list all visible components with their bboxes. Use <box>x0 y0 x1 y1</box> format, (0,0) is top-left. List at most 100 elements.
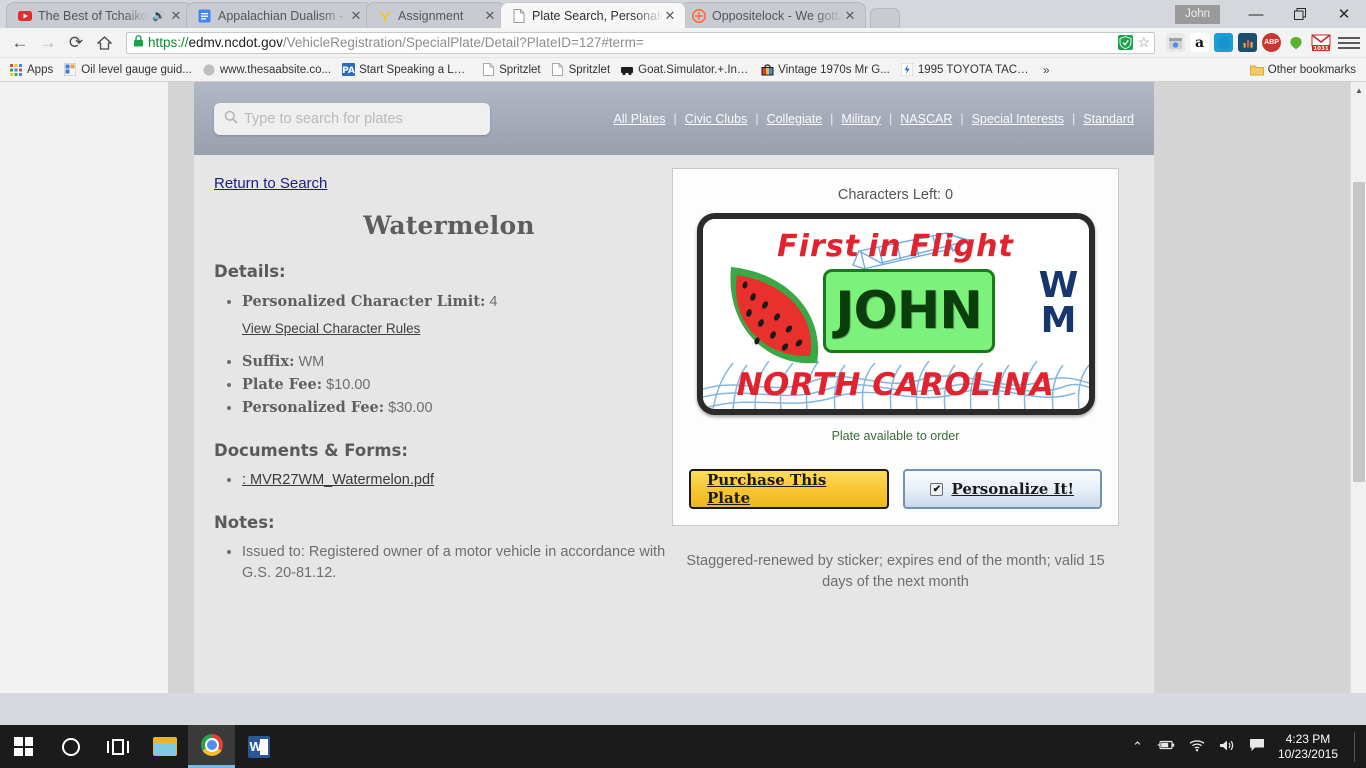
page-icon <box>511 8 526 23</box>
battery-icon[interactable] <box>1150 739 1182 754</box>
new-tab-button[interactable] <box>870 8 900 28</box>
home-button[interactable] <box>90 29 118 57</box>
search-input[interactable] <box>244 110 480 127</box>
nav-link-civic-clubs[interactable]: Civic Clubs <box>685 112 748 126</box>
bookmark-start-speaking[interactable]: PA Start Speaking a Lan... <box>336 60 476 80</box>
show-desktop-button[interactable] <box>1354 731 1360 762</box>
personalize-it-button[interactable]: ✔ Personalize It! <box>902 469 1102 509</box>
wifi-icon[interactable] <box>1182 739 1212 755</box>
tab-close-icon[interactable]: ✕ <box>169 9 183 22</box>
stats-icon[interactable] <box>1238 33 1257 52</box>
word-button[interactable]: W <box>235 725 282 768</box>
bookmark-apps[interactable]: Apps <box>4 60 58 80</box>
browser-tab-3[interactable]: Assignment ✕ <box>366 2 506 28</box>
youtube-icon <box>17 8 32 23</box>
tab-audio-icon[interactable]: 🔊 <box>152 9 166 22</box>
other-bookmarks-button[interactable]: Other bookmarks <box>1245 60 1362 80</box>
page-scrollbar[interactable]: ▲ <box>1350 82 1366 693</box>
bookmark-star-icon[interactable]: ☆ <box>1137 34 1150 51</box>
nav-link-nascar[interactable]: NASCAR <box>900 112 952 126</box>
forward-button[interactable]: → <box>34 29 62 57</box>
nav-separator: | <box>673 111 677 126</box>
detail-item-character-limit: Personalized Character Limit: 4 View Spe… <box>242 291 684 339</box>
evernote-icon[interactable] <box>1286 33 1305 52</box>
close-button[interactable]: ✕ <box>1322 0 1366 28</box>
profile-name-chip[interactable]: John <box>1175 4 1220 24</box>
bookmark-oil-level-gauge[interactable]: Oil level gauge guid... <box>58 60 197 80</box>
search-icon <box>224 110 238 127</box>
taskbar-clock[interactable]: 4:23 PM 10/23/2015 <box>1272 732 1348 762</box>
bookmark-1995-toyota-tacoma[interactable]: 1995 TOYOTA TACO... <box>895 60 1035 80</box>
windows-taskbar: W ⌃ 4:23 PM 10/23/2015 <box>0 725 1366 768</box>
scrollbar-thumb[interactable] <box>1353 182 1365 482</box>
tab-close-icon[interactable]: ✕ <box>843 9 857 22</box>
task-view-button[interactable] <box>94 725 141 768</box>
page-body: All Plates | Civic Clubs | Collegiate | … <box>168 82 1350 693</box>
bookmark-thesaabsite[interactable]: www.thesaabsite.co... <box>197 60 336 80</box>
plate-search-box[interactable] <box>214 102 490 135</box>
volume-icon[interactable] <box>1212 739 1242 755</box>
bookmark-label: Vintage 1970s Mr G... <box>778 63 890 76</box>
wot-shield-icon[interactable] <box>1118 35 1134 50</box>
reload-button[interactable]: ⟳ <box>62 29 90 57</box>
address-bar[interactable]: https://edmv.ncdot.gov/VehicleRegistrati… <box>126 31 1155 54</box>
view-special-character-rules-link[interactable]: View Special Character Rules <box>242 319 684 339</box>
scroll-up-arrow[interactable]: ▲ <box>1351 82 1366 98</box>
url-scheme: https:// <box>148 35 189 50</box>
personalize-checkbox[interactable]: ✔ <box>930 482 944 496</box>
tab-close-icon[interactable]: ✕ <box>349 9 363 22</box>
minimize-button[interactable]: — <box>1234 0 1278 28</box>
cortana-search-button[interactable] <box>47 725 94 768</box>
bookmark-label: Start Speaking a Lan... <box>359 63 472 76</box>
slogan-word-flight: Flight <box>909 229 1014 264</box>
yahoo-icon <box>377 8 392 23</box>
page-title: Watermelon <box>363 211 535 240</box>
purchase-this-plate-button[interactable]: Purchase This Plate <box>689 469 889 509</box>
maximize-button[interactable] <box>1278 0 1322 28</box>
document-item: : MVR27WM_Watermelon.pdf <box>242 470 684 491</box>
adblock-plus-icon[interactable]: ABP <box>1262 33 1281 52</box>
windows-logo-icon <box>14 737 33 756</box>
amazon-icon[interactable]: a <box>1190 33 1209 52</box>
bookmarks-overflow-button[interactable]: » <box>1035 63 1058 77</box>
document-pdf-link[interactable]: : MVR27WM_Watermelon.pdf <box>242 472 434 488</box>
chrome-button[interactable] <box>188 725 235 768</box>
tab-title: Oppositelock - We gotta g <box>712 8 843 23</box>
bookmark-spritzlet-2[interactable]: Spritzlet <box>546 60 616 80</box>
nav-link-special-interests[interactable]: Special Interests <box>972 112 1064 126</box>
bookmark-spritzlet-1[interactable]: Spritzlet <box>476 60 546 80</box>
ghostery-icon[interactable] <box>1214 33 1233 52</box>
show-hidden-icons-button[interactable]: ⌃ <box>1125 739 1150 755</box>
bookmark-goat-simulator[interactable]: Goat.Simulator.+.Ins... <box>615 60 755 80</box>
nav-link-all-plates[interactable]: All Plates <box>613 112 665 126</box>
plate-action-buttons: Purchase This Plate ✔ Personalize It! <box>689 469 1102 509</box>
file-explorer-button[interactable] <box>141 725 188 768</box>
url-host: edmv.ncdot.gov <box>188 35 283 50</box>
browser-tab-2[interactable]: Appalachian Dualism - Go ✕ <box>186 2 372 28</box>
detail-item-plate-fee: Plate Fee: $10.00 <box>242 374 684 396</box>
back-button[interactable]: ← <box>6 29 34 57</box>
tab-close-icon[interactable]: ✕ <box>663 9 677 22</box>
action-center-icon[interactable] <box>1242 738 1272 755</box>
gmail-icon[interactable]: 1031 <box>1310 33 1332 52</box>
browser-tab-1[interactable]: The Best of Tchaikovsky 🔊 ✕ <box>6 2 192 28</box>
lightning-icon <box>900 63 914 77</box>
start-button[interactable] <box>0 725 47 768</box>
chrome-menu-icon[interactable] <box>1338 36 1360 49</box>
browser-tab-4[interactable]: Plate Search, Personalize, ✕ <box>500 2 686 28</box>
chrome-webstore-icon[interactable] <box>1166 33 1185 52</box>
nav-link-collegiate[interactable]: Collegiate <box>767 112 823 126</box>
bookmark-vintage-1970s[interactable]: Vintage 1970s Mr G... <box>755 60 895 80</box>
tab-close-icon[interactable]: ✕ <box>483 9 497 22</box>
documents-heading: Documents & Forms: <box>214 440 408 460</box>
google-docs-icon <box>197 8 212 23</box>
colorbox-icon <box>760 63 774 77</box>
nav-link-military[interactable]: Military <box>841 112 881 126</box>
nav-link-standard[interactable]: Standard <box>1083 112 1134 126</box>
folder-icon <box>1249 63 1264 77</box>
return-to-search-link[interactable]: Return to Search <box>214 175 327 192</box>
browser-window: The Best of Tchaikovsky 🔊 ✕ Appalachian … <box>0 0 1366 725</box>
browser-tab-5[interactable]: Oppositelock - We gotta g ✕ <box>680 2 866 28</box>
word-icon: W <box>247 735 270 758</box>
suffix-letter-bottom: M <box>1040 299 1077 341</box>
